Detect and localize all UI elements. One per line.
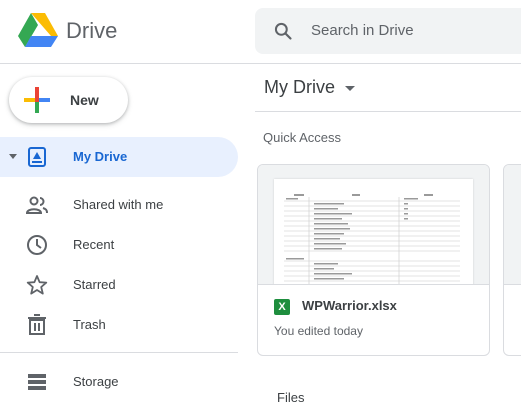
sidebar-item-label: Recent — [73, 237, 115, 252]
search-input[interactable]: Search in Drive — [311, 22, 414, 39]
page-title[interactable]: My Drive — [264, 77, 335, 98]
storage-icon — [28, 374, 46, 390]
spreadsheet-preview-lines — [284, 194, 460, 284]
sidebar-divider — [0, 352, 238, 353]
files-heading: Files — [277, 390, 305, 405]
file-thumbnail — [258, 165, 489, 285]
excel-file-icon: X — [274, 299, 290, 315]
file-activity: You edited today — [274, 324, 363, 338]
search-icon[interactable] — [273, 21, 293, 41]
people-icon — [26, 196, 48, 214]
new-button-label: New — [70, 92, 99, 108]
sidebar-item-label: Trash — [73, 317, 106, 332]
new-button[interactable]: New — [9, 77, 128, 123]
my-drive-icon — [28, 147, 46, 167]
sidebar-item-label: Shared with me — [73, 197, 164, 212]
file-name: WPWarrior.xlsx — [302, 298, 397, 313]
plus-icon — [24, 87, 50, 113]
trash-icon — [28, 314, 46, 335]
quick-access-card[interactable]: X WPWarrior.xlsx You edited today — [257, 164, 490, 356]
header-divider — [0, 63, 521, 64]
sidebar-item-storage[interactable]: Storage — [0, 362, 238, 402]
chevron-down-icon[interactable] — [345, 86, 355, 91]
search-bar[interactable]: Search in Drive — [255, 8, 521, 54]
clock-icon — [27, 235, 47, 255]
drive-logo[interactable] — [18, 12, 58, 48]
sidebar-item-recent[interactable]: Recent — [0, 225, 238, 265]
sidebar-item-label: Storage — [73, 374, 119, 389]
sidebar-item-label: Starred — [73, 277, 116, 292]
quick-access-card-partial[interactable] — [503, 164, 521, 356]
sidebar-item-trash[interactable]: Trash — [0, 305, 238, 345]
expand-caret-icon[interactable] — [9, 154, 17, 159]
quick-access-heading: Quick Access — [263, 130, 342, 145]
spreadsheet-preview — [274, 179, 473, 284]
sidebar-item-label: My Drive — [73, 149, 128, 164]
star-icon — [26, 275, 48, 295]
app-name: Drive — [66, 18, 118, 43]
sidebar-item-starred[interactable]: Starred — [0, 265, 238, 305]
sidebar-item-shared-with-me[interactable]: Shared with me — [0, 185, 238, 225]
file-thumbnail — [504, 165, 521, 285]
main-divider — [255, 111, 521, 112]
sidebar-item-my-drive[interactable]: My Drive — [0, 137, 238, 177]
